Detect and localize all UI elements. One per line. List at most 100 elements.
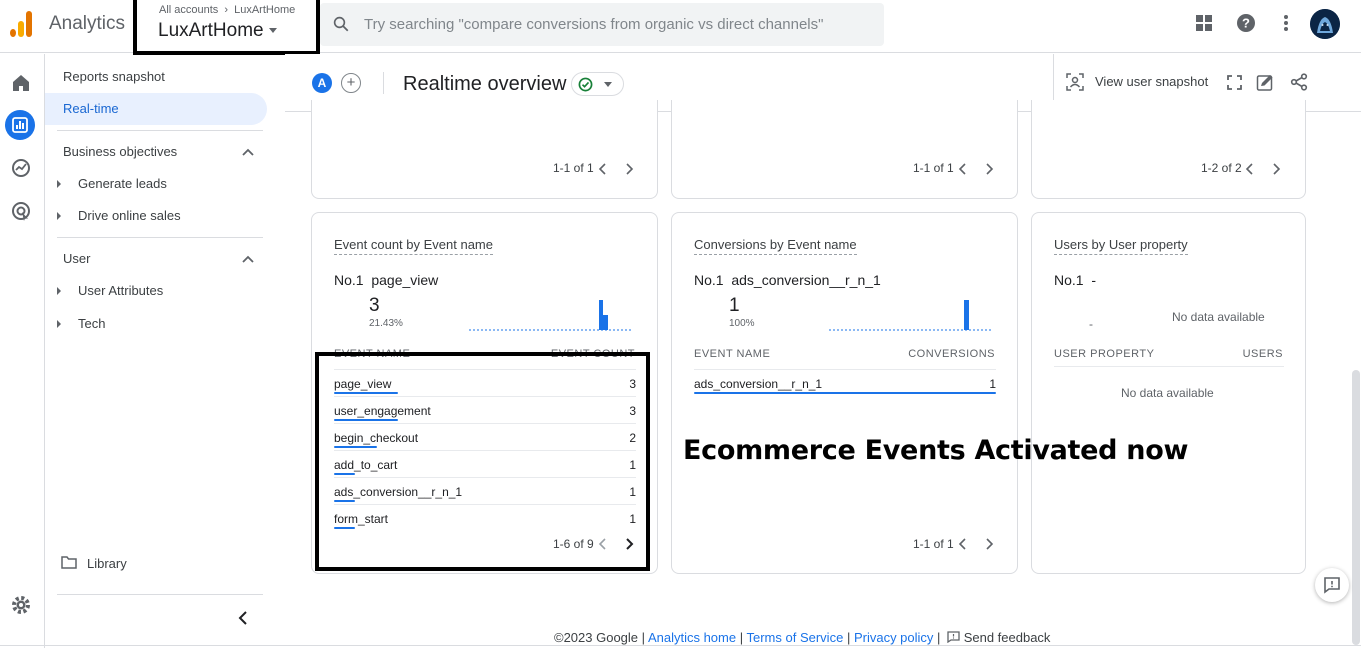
footer-separator: |: [846, 630, 851, 645]
sparkline-chart: [469, 300, 631, 331]
card-title[interactable]: Event count by Event name: [334, 237, 493, 255]
chevron-left-icon[interactable]: [958, 538, 968, 550]
nav-reports-snapshot[interactable]: Reports snapshot: [63, 69, 165, 84]
top-item-value: 1: [729, 295, 740, 316]
account-breadcrumb[interactable]: All accounts › LuxArtHome: [159, 4, 295, 16]
pager-label: 1-1 of 1: [913, 537, 954, 551]
top-item-label: No.1 page_view: [334, 272, 438, 288]
terms-link[interactable]: Terms of Service: [747, 630, 844, 645]
analytics-home-link[interactable]: Analytics home: [648, 630, 736, 645]
expand-arrow-icon[interactable]: [57, 180, 61, 188]
more-vert-icon[interactable]: [1276, 13, 1296, 33]
expand-arrow-icon[interactable]: [57, 320, 61, 328]
chevron-up-icon[interactable]: [242, 255, 254, 263]
expand-arrow-icon[interactable]: [57, 212, 61, 220]
footer-separator: |: [937, 630, 941, 645]
row-event-name: ads_conversion__r_n_1: [694, 377, 823, 391]
placeholder-dash: -: [1089, 317, 1093, 331]
property-name: LuxArtHome: [158, 20, 264, 41]
rank-label: No.1: [334, 272, 364, 288]
send-feedback-link[interactable]: Send feedback: [944, 630, 1050, 645]
chevron-right-icon[interactable]: [984, 538, 994, 550]
nav-divider: [57, 237, 263, 238]
user-snapshot-icon[interactable]: [1066, 73, 1084, 91]
chevron-left-icon[interactable]: [598, 163, 608, 175]
top-item-value: 3: [369, 295, 380, 316]
breadcrumb-root: All accounts: [159, 4, 219, 16]
nav-user-attributes[interactable]: User Attributes: [78, 283, 163, 298]
no-data-message: No data available: [1121, 386, 1214, 400]
conversions-card: Conversions by Event name No.1 ads_conve…: [671, 212, 1018, 574]
analytics-logo-icon[interactable]: [8, 11, 34, 37]
divider: [383, 72, 384, 94]
check-circle-icon: [578, 77, 593, 92]
card-title[interactable]: Users by User property: [1054, 237, 1188, 255]
column-header-name[interactable]: USER PROPERTY: [1054, 348, 1154, 360]
column-header-name[interactable]: EVENT NAME: [694, 348, 770, 360]
nav-library[interactable]: Library: [87, 556, 127, 571]
comparison-segment-a[interactable]: A: [312, 73, 332, 93]
feedback-icon: [1324, 577, 1340, 594]
feedback-button[interactable]: [1315, 568, 1349, 602]
view-user-snapshot-button[interactable]: View user snapshot: [1095, 74, 1208, 89]
advertising-icon[interactable]: [8, 198, 34, 224]
home-icon[interactable]: [8, 70, 34, 96]
top-item-name: -: [1091, 272, 1097, 288]
left-rail: [0, 54, 45, 648]
search-placeholder: Try searching "compare conversions from …: [364, 16, 824, 33]
annotation-highlight-events: [315, 352, 650, 571]
admin-gear-icon[interactable]: [8, 592, 34, 618]
page-scrollbar[interactable]: [1352, 370, 1360, 645]
apps-grid-icon[interactable]: [1194, 13, 1214, 33]
help-icon[interactable]: ?: [1236, 13, 1256, 33]
chevron-right-icon[interactable]: [624, 163, 634, 175]
search-icon: [333, 16, 349, 32]
caret-down-icon: [268, 28, 277, 34]
column-header-value[interactable]: USERS: [1243, 348, 1283, 360]
nav-generate-leads[interactable]: Generate leads: [78, 176, 167, 191]
collapse-chevron-left-icon[interactable]: [238, 611, 248, 625]
breadcrumb-account: LuxArtHome: [234, 4, 296, 16]
avatar[interactable]: [1310, 9, 1340, 39]
chevron-right-icon[interactable]: [1271, 163, 1281, 175]
top-item-name: ads_conversion__r_n_1: [731, 272, 881, 288]
nav-business-objectives[interactable]: Business objectives: [63, 144, 177, 159]
chevron-up-icon[interactable]: [242, 148, 254, 156]
annotation-text: Ecommerce Events Activated now: [683, 435, 1189, 466]
reports-side-nav: Reports snapshot Real-time Business obje…: [45, 54, 285, 648]
nav-divider: [57, 594, 263, 595]
feedback-icon: [947, 631, 960, 644]
chevron-right-icon[interactable]: [984, 163, 994, 175]
add-comparison-button[interactable]: +: [341, 73, 361, 93]
edit-report-icon[interactable]: [1256, 73, 1275, 92]
share-icon[interactable]: [1290, 73, 1308, 91]
nav-drive-online-sales[interactable]: Drive online sales: [78, 208, 181, 223]
row-share-bar: [694, 392, 996, 394]
privacy-link[interactable]: Privacy policy: [854, 630, 933, 645]
nav-user[interactable]: User: [63, 251, 90, 266]
card-title[interactable]: Conversions by Event name: [694, 237, 857, 255]
copyright: ©2023 Google |: [554, 630, 646, 645]
column-header-value[interactable]: CONVERSIONS: [908, 348, 995, 360]
divider: [0, 645, 1361, 646]
fullscreen-icon[interactable]: [1227, 75, 1242, 90]
expand-arrow-icon[interactable]: [57, 287, 61, 295]
table-row[interactable]: ads_conversion__r_n_1 1: [694, 369, 996, 396]
footer-separator: |: [739, 630, 744, 645]
table-divider: [1054, 366, 1284, 367]
nav-tech[interactable]: Tech: [78, 316, 105, 331]
sparkline-chart: [829, 300, 991, 331]
chevron-left-icon[interactable]: [1245, 163, 1255, 175]
status-dropdown[interactable]: [571, 72, 624, 96]
property-selector[interactable]: LuxArtHome: [158, 20, 277, 42]
no-data-message: No data available: [1172, 310, 1265, 324]
explore-icon[interactable]: [8, 155, 34, 181]
search-bar[interactable]: Try searching "compare conversions from …: [320, 3, 884, 46]
nav-realtime[interactable]: Real-time: [63, 101, 119, 116]
top-item-percent: 21.43%: [369, 318, 403, 329]
rank-label: No.1: [1054, 272, 1084, 288]
folder-icon: [61, 556, 77, 569]
reports-nav-active[interactable]: [5, 110, 35, 140]
pager-label: 1-1 of 1: [553, 161, 594, 175]
chevron-left-icon[interactable]: [958, 163, 968, 175]
